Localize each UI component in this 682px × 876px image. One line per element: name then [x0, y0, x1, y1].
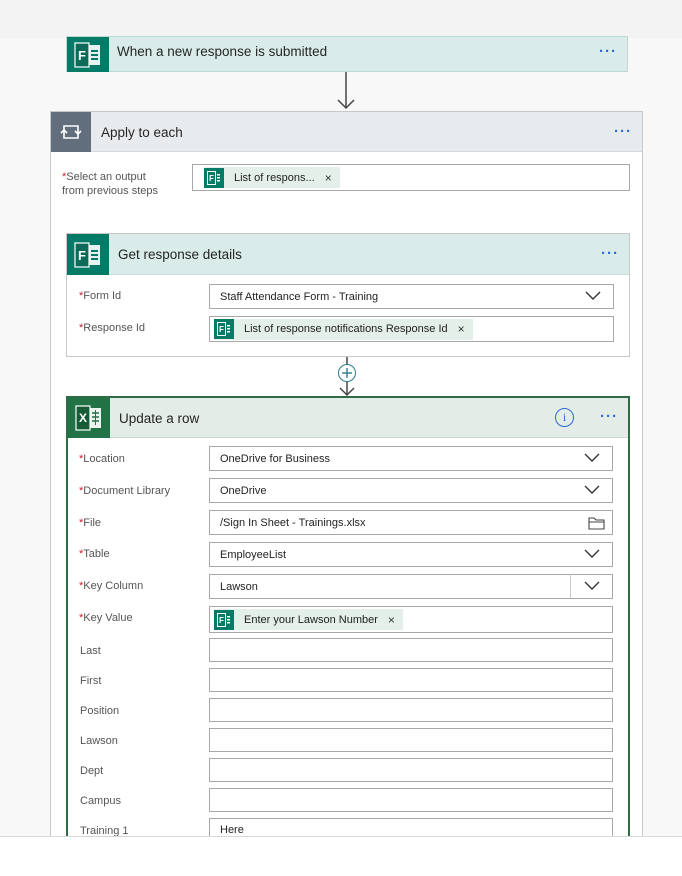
location-dropdown[interactable]: OneDrive for Business: [209, 446, 613, 471]
response-id-token-label: List of response notifications Response …: [244, 323, 448, 335]
update-row-more-button[interactable]: ···: [600, 408, 618, 425]
svg-text:F: F: [78, 248, 86, 263]
select-output-field[interactable]: F List of respons... ×: [192, 164, 630, 191]
folder-icon[interactable]: [588, 516, 605, 530]
loop-icon: [51, 112, 91, 152]
info-icon[interactable]: i: [555, 408, 574, 427]
output-token-label: List of respons...: [234, 171, 315, 184]
response-id-label: *Response Id: [79, 322, 146, 334]
chevron-down-icon[interactable]: [584, 549, 600, 559]
trigger-card[interactable]: F When a new response is submitted ···: [66, 36, 628, 72]
output-token[interactable]: F List of respons... ×: [204, 167, 340, 188]
first-field[interactable]: [209, 668, 613, 692]
remove-token-button[interactable]: ×: [458, 322, 465, 336]
key-value-token[interactable]: F Enter your Lawson Number ×: [214, 609, 403, 630]
dept-label: Dept: [80, 765, 104, 777]
svg-text:F: F: [219, 325, 224, 334]
chevron-down-icon[interactable]: [585, 291, 601, 301]
response-id-field[interactable]: F List of response notifications Respons…: [209, 316, 614, 342]
update-row-title: Update a row: [119, 411, 200, 426]
get-response-card: F Get response details ··· *Form Id Staf…: [66, 233, 630, 357]
forms-icon: F: [67, 37, 109, 72]
forms-icon: F: [204, 167, 224, 188]
file-value: /Sign In Sheet - Trainings.xlsx: [220, 516, 366, 529]
lawson-field[interactable]: [209, 728, 613, 752]
forms-icon: F: [214, 609, 234, 630]
trigger-more-button[interactable]: ···: [599, 43, 617, 60]
key-value-label: *Key Value: [79, 612, 133, 624]
form-id-label: *Form Id: [79, 290, 122, 302]
last-label: Last: [80, 645, 101, 657]
lawson-label: Lawson: [80, 735, 118, 747]
chevron-down-icon[interactable]: [584, 581, 600, 591]
svg-text:X: X: [79, 411, 87, 425]
forms-icon: F: [214, 319, 234, 339]
get-response-more-button[interactable]: ···: [601, 245, 619, 262]
update-row-card: X Update a row i ··· *Location OneDrive …: [66, 396, 630, 856]
key-column-dropdown[interactable]: Lawson: [209, 574, 613, 599]
bottom-bar: [0, 836, 682, 876]
file-label: *File: [79, 517, 102, 529]
get-response-header[interactable]: F Get response details ···: [67, 234, 629, 275]
remove-token-button[interactable]: ×: [325, 171, 332, 185]
apply-to-each-card: Apply to each ··· *Select an output from…: [50, 111, 643, 856]
table-value: EmployeeList: [220, 548, 287, 561]
dept-field[interactable]: [209, 758, 613, 782]
document-library-value: OneDrive: [220, 484, 267, 497]
location-label: *Location: [79, 453, 125, 465]
flow-canvas: F When a new response is submitted ··· A…: [0, 36, 682, 856]
svg-text:F: F: [219, 616, 224, 625]
get-response-title: Get response details: [118, 247, 242, 262]
apply-to-each-title: Apply to each: [101, 125, 183, 140]
response-id-token[interactable]: F List of response notifications Respons…: [214, 318, 473, 340]
update-row-header[interactable]: X Update a row i ···: [68, 398, 628, 438]
svg-text:F: F: [78, 48, 86, 63]
last-field[interactable]: [209, 638, 613, 662]
first-label: First: [80, 675, 102, 687]
table-label: *Table: [79, 548, 110, 560]
key-column-value: Lawson: [220, 580, 258, 593]
svg-text:F: F: [209, 174, 214, 183]
form-id-dropdown[interactable]: Staff Attendance Form - Training: [209, 284, 614, 309]
forms-icon: F: [67, 234, 109, 275]
chevron-down-icon[interactable]: [584, 485, 600, 495]
file-picker[interactable]: /Sign In Sheet - Trainings.xlsx: [209, 510, 613, 535]
campus-field[interactable]: [209, 788, 613, 812]
top-bar: [0, 0, 682, 38]
add-step-icon[interactable]: [338, 364, 356, 382]
key-value-field[interactable]: F Enter your Lawson Number ×: [209, 606, 613, 633]
key-value-token-label: Enter your Lawson Number: [244, 613, 378, 626]
form-id-value: Staff Attendance Form - Training: [220, 290, 379, 303]
trigger-title: When a new response is submitted: [117, 44, 328, 59]
position-field[interactable]: [209, 698, 613, 722]
chevron-down-icon[interactable]: [584, 453, 600, 463]
location-value: OneDrive for Business: [220, 452, 331, 465]
flow-arrow: [337, 72, 355, 110]
position-label: Position: [80, 705, 120, 717]
apply-to-each-more-button[interactable]: ···: [614, 123, 632, 140]
document-library-dropdown[interactable]: OneDrive: [209, 478, 613, 503]
select-output-label: *Select an output from previous steps: [62, 171, 158, 197]
remove-token-button[interactable]: ×: [388, 613, 395, 627]
key-column-label: *Key Column: [79, 580, 144, 592]
apply-to-each-header[interactable]: Apply to each ···: [51, 112, 642, 152]
table-dropdown[interactable]: EmployeeList: [209, 542, 613, 567]
document-library-label: *Document Library: [79, 485, 171, 497]
excel-icon: X: [68, 398, 110, 438]
campus-label: Campus: [80, 795, 121, 807]
